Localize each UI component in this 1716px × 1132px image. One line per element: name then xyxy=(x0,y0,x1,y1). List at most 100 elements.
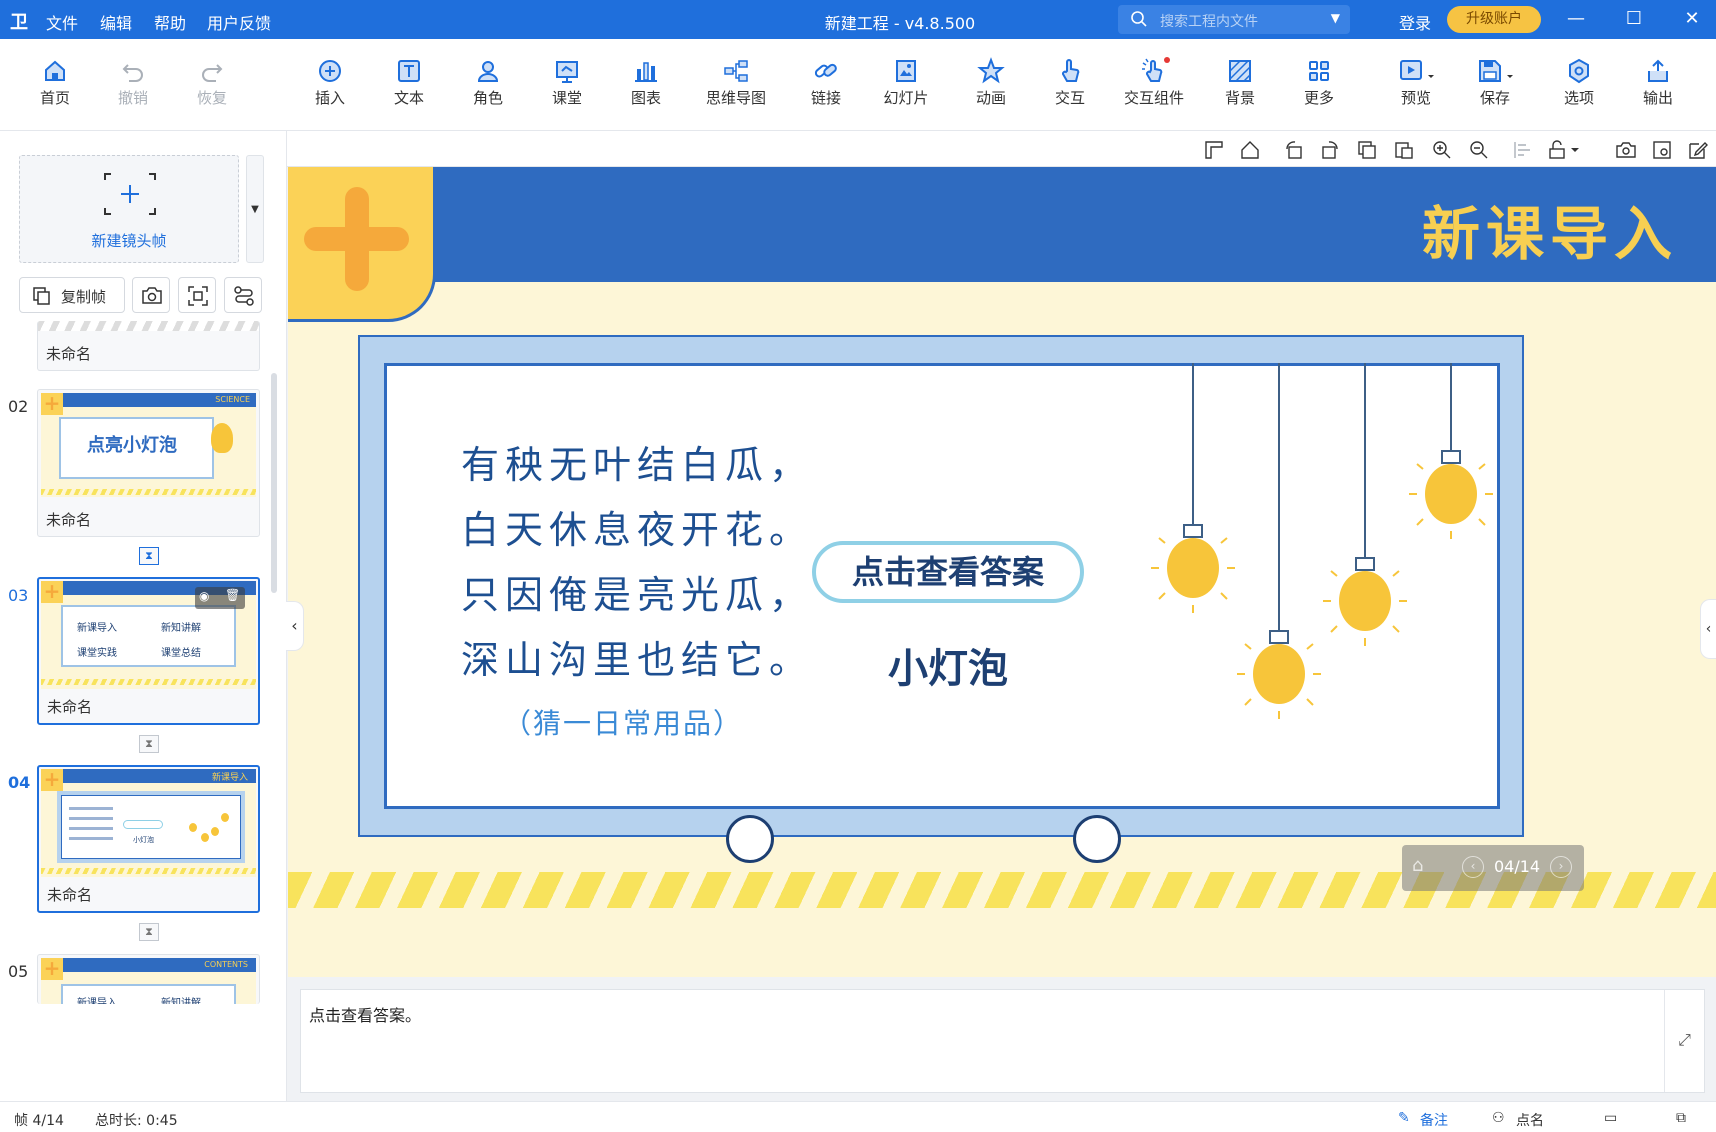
previous-icon[interactable]: ‹ xyxy=(1462,856,1484,878)
chevron-down-icon[interactable]: ▼ xyxy=(1331,11,1340,25)
slide-canvas[interactable]: 新课导入 有秧无叶结白瓜， 白天休息夜开花。 只因俺是亮光瓜， 深山沟里也结它。… xyxy=(288,167,1716,977)
new-frame-button[interactable]: 新建镜头帧 xyxy=(19,155,239,263)
board-frame[interactable]: 有秧无叶结白瓜， 白天休息夜开花。 只因俺是亮光瓜， 深山沟里也结它。 （猜一日… xyxy=(358,335,1524,837)
remark-button[interactable]: 备注 xyxy=(1420,1110,1448,1130)
home-button[interactable]: 首页 xyxy=(15,57,95,108)
ruler-icon[interactable] xyxy=(1203,139,1225,161)
classroom-button[interactable]: 课堂 xyxy=(527,57,607,108)
riddle-line[interactable]: 只因俺是亮光瓜， xyxy=(461,564,813,619)
align-icon[interactable] xyxy=(1512,139,1534,161)
trash-icon[interactable]: 🗑 xyxy=(225,588,240,602)
bar-chart-icon xyxy=(635,62,657,82)
show-answer-button[interactable]: 点击查看答案 xyxy=(812,541,1084,603)
answer-text[interactable]: 小灯泡 xyxy=(812,636,1084,694)
preview-button[interactable]: 预览 xyxy=(1376,57,1456,108)
link-button[interactable]: 链接 xyxy=(786,57,866,108)
riddle-line[interactable]: 深山沟里也结它。 xyxy=(461,629,813,684)
minimize-button[interactable]: — xyxy=(1561,4,1591,34)
expand-icon[interactable]: ⤢ xyxy=(1664,990,1704,1092)
path-icon xyxy=(234,286,254,306)
text-button[interactable]: 文本 xyxy=(369,57,449,108)
redo-button[interactable]: 恢复 xyxy=(172,57,252,108)
frame-panel-scrollbar[interactable] xyxy=(271,373,277,593)
copy-frame-button[interactable]: 复制帧 xyxy=(19,277,125,313)
frame-thumbnail-04[interactable]: 新课导入 + 小灯泡 未命名 xyxy=(37,765,260,913)
next-icon[interactable]: › xyxy=(1550,856,1572,878)
insert-label: 插入 xyxy=(314,89,345,107)
insert-button[interactable]: 插入 xyxy=(290,57,370,108)
riddle-line[interactable]: 白天休息夜开花。 xyxy=(461,499,813,554)
interact-button[interactable]: 交互 xyxy=(1030,57,1110,108)
fit-frame-button[interactable] xyxy=(178,277,216,313)
frame-number: 02 xyxy=(8,397,29,416)
notes-panel[interactable]: 点击查看答案。 ⤢ xyxy=(300,989,1705,1093)
frame-thumbnail-05[interactable]: CONTENTS + 新课导入 新知讲解 xyxy=(37,954,260,1004)
thumb-title: 点亮小灯泡 xyxy=(87,435,177,456)
animation-button[interactable]: 动画 xyxy=(951,57,1031,108)
slides-icon xyxy=(896,60,916,82)
notes-text[interactable]: 点击查看答案。 xyxy=(309,1002,421,1026)
star-icon xyxy=(977,57,1005,84)
home-icon[interactable]: ⌂ xyxy=(1412,855,1423,876)
screenshot-icon[interactable] xyxy=(1615,139,1637,161)
paste-icon[interactable] xyxy=(1393,139,1415,161)
banner-title[interactable]: 新课导入 xyxy=(1422,187,1678,271)
mindmap-icon xyxy=(724,60,748,82)
close-button[interactable]: ✕ xyxy=(1677,4,1707,34)
frame-thumbnail-01[interactable]: 未命名 xyxy=(37,321,260,371)
frame-panel: 新建镜头帧 ▼ 复制帧 未命名 ⧗ 02 SCIENCE + xyxy=(0,131,287,1101)
riddle-hint[interactable]: （猜一日常用品） xyxy=(503,702,743,742)
copy-object-icon[interactable] xyxy=(1356,139,1378,161)
transition-button[interactable]: ⧗ xyxy=(139,735,159,753)
transition-button[interactable]: ⧗ xyxy=(139,547,159,565)
more-button[interactable]: 更多 xyxy=(1279,57,1359,108)
lightbulbs-illustration[interactable] xyxy=(1107,363,1503,743)
edit-note-icon[interactable]: ✎ xyxy=(1398,1110,1410,1126)
rotate-right-icon[interactable] xyxy=(1319,139,1341,161)
undo-button[interactable]: 撤销 xyxy=(93,57,173,108)
redo-label: 恢复 xyxy=(196,89,227,107)
window-mode-icon[interactable]: ⧉ xyxy=(1676,1110,1686,1126)
save-button[interactable]: 保存 xyxy=(1455,57,1535,108)
frame-thumbnail-03[interactable]: + 新课导入 新知讲解 课堂实践 课堂总结 ◉ 🗑 未命名 xyxy=(37,577,260,725)
eye-icon[interactable]: ◉ xyxy=(199,589,209,603)
edit-icon[interactable] xyxy=(1687,139,1709,161)
search-input[interactable]: 搜索工程内文件 ▼ xyxy=(1118,5,1350,34)
path-button[interactable] xyxy=(224,277,262,313)
lock-icon[interactable] xyxy=(1547,139,1583,161)
snapshot-button[interactable] xyxy=(132,277,170,313)
slides-button[interactable]: 幻灯片 xyxy=(866,57,946,108)
chart-button[interactable]: 图表 xyxy=(606,57,686,108)
undo-icon xyxy=(122,64,143,82)
rotate-left-icon[interactable] xyxy=(1283,139,1305,161)
home-view-icon[interactable] xyxy=(1239,139,1261,161)
screen-icon[interactable]: ▭ xyxy=(1604,1110,1617,1126)
more-label: 更多 xyxy=(1303,89,1334,107)
frame-thumbnail-02[interactable]: SCIENCE + 点亮小灯泡 未命名 xyxy=(37,389,260,537)
maximize-button[interactable]: ☐ xyxy=(1619,4,1649,34)
frame-name: 未命名 xyxy=(46,345,92,363)
person-icon[interactable]: ⚇ xyxy=(1492,1110,1505,1126)
collapse-left-panel-button[interactable]: ‹ xyxy=(286,601,304,651)
interactive-component-button[interactable]: 交互组件 xyxy=(1114,57,1194,108)
mindmap-button[interactable]: 思维导图 xyxy=(696,57,776,108)
riddle-line[interactable]: 有秧无叶结白瓜， xyxy=(461,434,813,489)
export-button[interactable]: 输出 xyxy=(1618,57,1698,108)
link-icon xyxy=(814,63,837,78)
expand-right-panel-button[interactable]: ‹ xyxy=(1700,599,1716,659)
role-button[interactable]: 角色 xyxy=(448,57,528,108)
login-link[interactable]: 登录 xyxy=(1399,10,1431,34)
grid-icon xyxy=(1309,61,1329,81)
options-button[interactable]: 选项 xyxy=(1539,57,1619,108)
new-frame-dropdown[interactable]: ▼ xyxy=(246,155,264,263)
upgrade-button[interactable]: 升级账户 xyxy=(1447,6,1541,33)
rollcall-button[interactable]: 点名 xyxy=(1516,1110,1544,1130)
title-bar: 卫 文件 编辑 帮助 用户反馈 新建工程 - v4.8.500 搜索工程内文件 … xyxy=(0,0,1716,39)
zoom-in-icon[interactable] xyxy=(1431,139,1453,161)
zoom-out-icon[interactable] xyxy=(1468,139,1490,161)
background-button[interactable]: 背景 xyxy=(1200,57,1280,108)
transition-button[interactable]: ⧗ xyxy=(139,923,159,941)
settings-panel-icon[interactable] xyxy=(1651,139,1673,161)
thumb-item: 课堂总结 xyxy=(161,648,201,659)
canvas-toolbar xyxy=(287,131,1716,167)
